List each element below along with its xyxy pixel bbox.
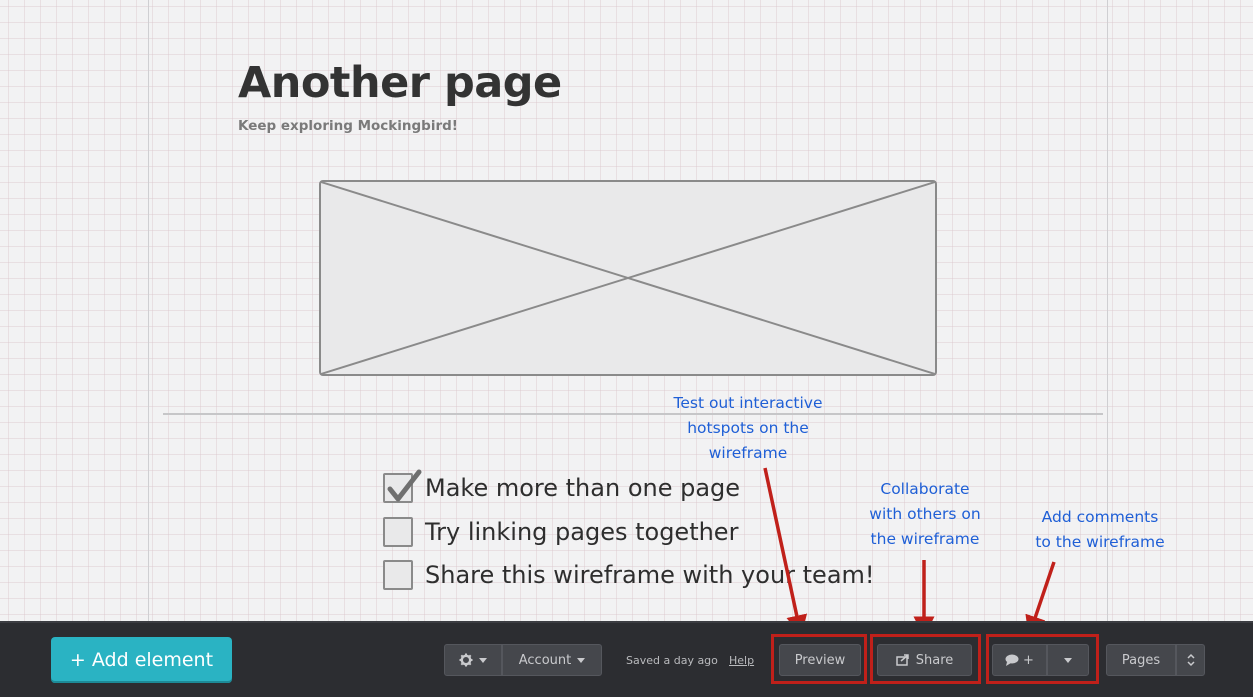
page-subtitle[interactable]: Keep exploring Mockingbird! (238, 118, 458, 134)
checklist-label: Make more than one page (425, 474, 741, 502)
saved-status: Saved a day ago (626, 654, 718, 667)
settings-button[interactable] (444, 644, 502, 676)
checklist-item[interactable]: Share this wireframe with your team! (383, 557, 875, 593)
comment-annotation: Add comments to the wireframe (1035, 508, 1165, 551)
help-link[interactable]: Help (729, 654, 754, 667)
bottom-toolbar: + Add element Account Saved a day ago He… (0, 621, 1253, 697)
account-menu-button[interactable]: Account (502, 644, 602, 676)
checkmark-icon (387, 469, 422, 502)
checkbox-checked[interactable] (383, 469, 422, 503)
checklist-item[interactable]: Make more than one page (383, 469, 741, 506)
left-page-guide (148, 0, 149, 621)
chevron-down-icon (479, 657, 487, 663)
checklist-label: Share this wireframe with your team! (425, 561, 875, 589)
chevron-down-icon (577, 657, 586, 663)
preview-highlight (771, 634, 867, 684)
checklist-item[interactable]: Try linking pages together (383, 514, 738, 550)
preview-annotation: Test out interactive hotspots on the wir… (673, 394, 823, 462)
pages-button[interactable]: Pages (1106, 644, 1176, 676)
image-placeholder[interactable] (319, 180, 937, 376)
comments-highlight (986, 634, 1099, 684)
share-highlight (870, 634, 981, 684)
share-annotation: Collaborate with others on the wireframe (869, 480, 981, 548)
checklist-label: Try linking pages together (425, 518, 739, 546)
image-placeholder-cross (321, 182, 935, 374)
checkbox[interactable] (383, 560, 413, 590)
add-element-button[interactable]: + Add element (51, 637, 232, 683)
page-stepper[interactable] (1176, 644, 1205, 676)
up-down-arrows-icon (1186, 653, 1195, 667)
horizontal-rule[interactable] (163, 413, 1103, 415)
page-title[interactable]: Another page (238, 58, 562, 108)
gear-icon (459, 653, 473, 667)
checkbox[interactable] (383, 517, 413, 547)
